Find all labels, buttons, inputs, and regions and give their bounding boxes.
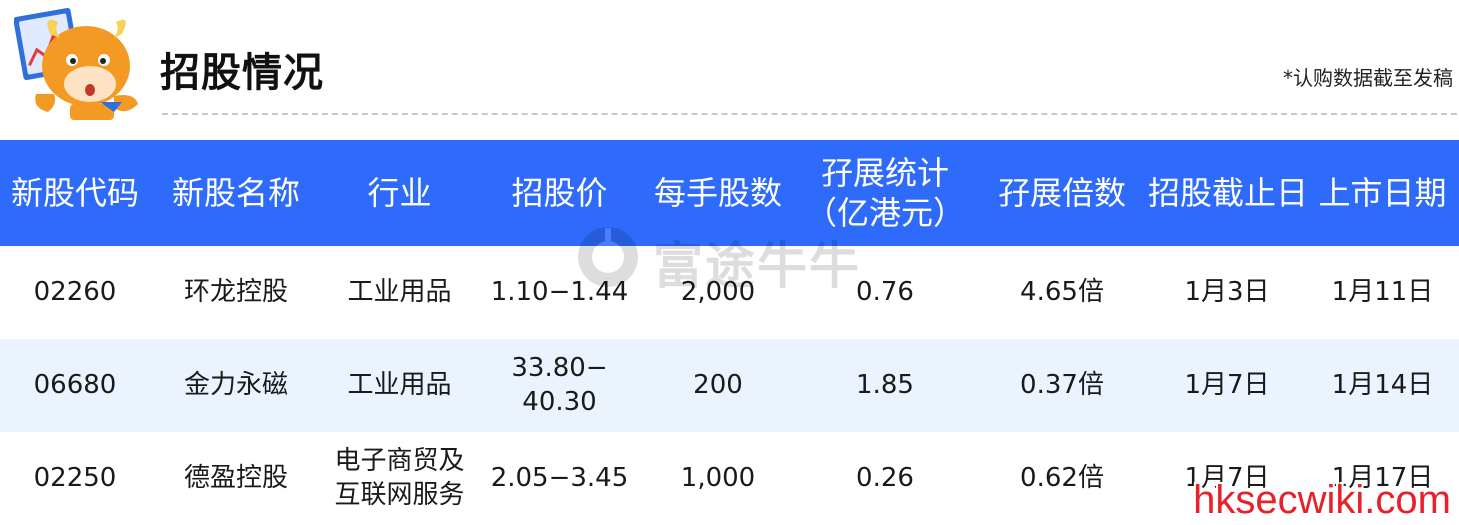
page-title: 招股情况 xyxy=(160,50,324,96)
cell-lot-size: 2,000 xyxy=(680,276,756,307)
cell-lot-size: 200 xyxy=(642,339,794,432)
site-watermark: hksecwiki.com xyxy=(1193,478,1451,522)
cell-multiple: 0.62倍 xyxy=(1020,462,1104,493)
cell-code: 02260 xyxy=(33,276,117,307)
cell-lot-size: 1,000 xyxy=(680,462,756,493)
cell-price: 1.10−1.44 xyxy=(477,246,642,339)
header-close-date: 招股截止日 xyxy=(1148,140,1308,246)
cell-price: 33.80− 40.30 xyxy=(477,339,642,432)
header-industry: 行业 xyxy=(322,140,477,246)
cell-multiple: 0.37倍 xyxy=(976,339,1148,432)
cell-name: 德盈控股 xyxy=(183,462,288,493)
cell-name: 金力永磁 xyxy=(150,339,322,432)
cell-price-line2: 40.30 xyxy=(522,386,597,417)
header-name: 新股名称 xyxy=(150,140,322,246)
cell-industry: 工业用品 xyxy=(322,246,477,339)
cell-listing-date: 1月14日 xyxy=(1306,339,1459,432)
cell-price-line1: 1.10−1.44 xyxy=(490,276,629,307)
data-note: *认购数据截至发稿 xyxy=(1283,66,1453,90)
cell-close-date: 1月7日 xyxy=(1148,339,1306,432)
header-price: 招股价 xyxy=(477,140,642,246)
ipo-table: 新股代码 新股名称 行业 招股价 每手股数 孖展统计 （亿港元） 孖展倍数 招股… xyxy=(0,140,1459,525)
cell-industry-line1: 电子商贸及 xyxy=(334,445,465,476)
cell-close-date: 1月3日 xyxy=(1184,276,1270,307)
cell-listing-date: 1月11日 xyxy=(1331,276,1434,307)
cell-industry: 工业用品 xyxy=(322,339,477,432)
header-margin-multiple: 孖展倍数 xyxy=(976,140,1148,246)
cell-multiple: 4.65倍 xyxy=(1020,276,1104,307)
header-margin-stats-line1: 孖展统计 xyxy=(820,154,949,192)
cell-price-line1: 33.80− xyxy=(511,352,608,383)
cell-industry: 电子商贸及 互联网服务 xyxy=(322,432,477,525)
cell-margin: 0.76 xyxy=(856,276,914,307)
cell-code: 02250 xyxy=(33,462,117,493)
header-listing-date: 上市日期 xyxy=(1306,140,1459,246)
header-code: 新股代码 xyxy=(0,140,150,246)
page-header: 招股情况 *认购数据截至发稿 xyxy=(0,0,1459,140)
cell-margin: 0.26 xyxy=(856,462,914,493)
cell-industry-line1: 工业用品 xyxy=(347,369,452,400)
cell-industry-line1: 工业用品 xyxy=(347,276,452,307)
header-divider xyxy=(162,113,1457,115)
cell-code: 06680 xyxy=(0,339,150,432)
cell-margin: 1.85 xyxy=(794,339,976,432)
table-header-row: 新股代码 新股名称 行业 招股价 每手股数 孖展统计 （亿港元） 孖展倍数 招股… xyxy=(0,140,1459,246)
header-margin-stats-line2: （亿港元） xyxy=(804,194,965,232)
cell-name: 环龙控股 xyxy=(183,276,288,307)
cartoon-bull-mascot-icon xyxy=(14,7,138,120)
header-lot-size: 每手股数 xyxy=(642,140,794,246)
table-row: 06680 金力永磁 工业用品 33.80− 40.30 200 1.85 0.… xyxy=(0,339,1459,432)
cell-industry-line2: 互联网服务 xyxy=(334,479,465,510)
cell-price-line1: 2.05−3.45 xyxy=(490,462,629,493)
table-row: 02260 环龙控股 工业用品 1.10−1.44 2,000 0.76 4.6… xyxy=(0,246,1459,339)
header-margin-stats: 孖展统计 （亿港元） xyxy=(794,140,976,246)
cell-price: 2.05−3.45 xyxy=(477,432,642,525)
